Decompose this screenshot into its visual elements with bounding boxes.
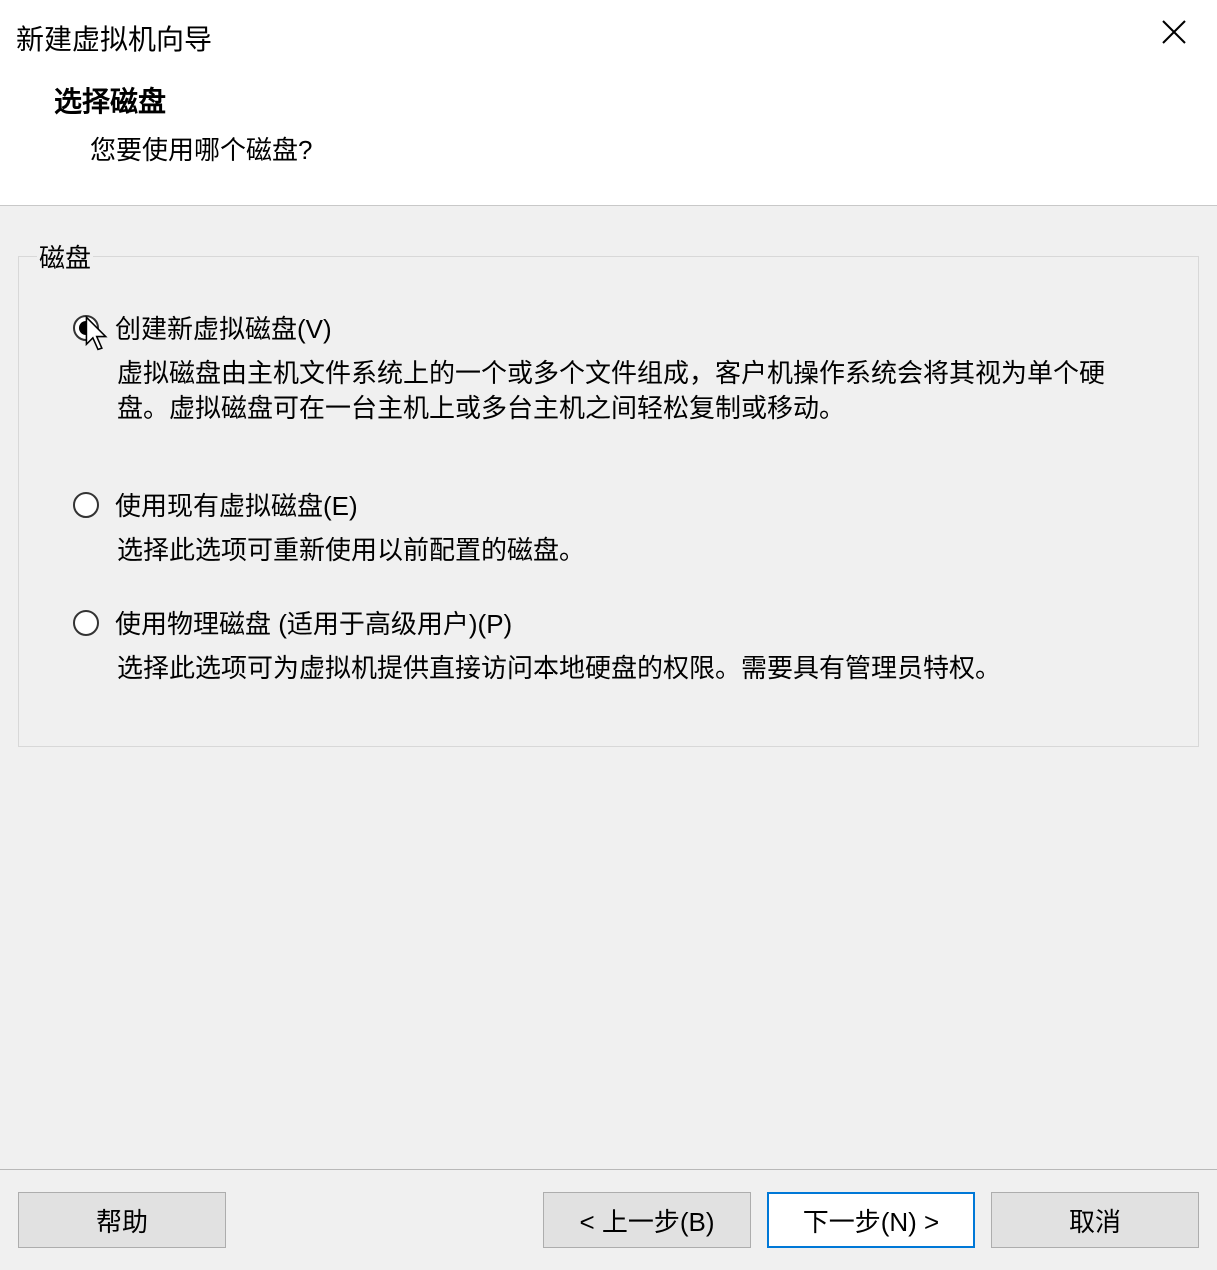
body-section: 磁盘 创建新虚拟磁盘(V) 虚拟磁盘由主机文件系统上的一个或多个文件组成，客户机… [0, 206, 1217, 979]
page-subheading: 您要使用哪个磁盘? [54, 130, 1201, 167]
back-button[interactable]: < 上一步(B) [543, 1192, 751, 1248]
radio-use-existing-disk[interactable] [73, 492, 99, 518]
footer: 帮助 < 上一步(B) 下一步(N) > 取消 [0, 1170, 1217, 1270]
option-use-existing-disk[interactable]: 使用现有虚拟磁盘(E) 选择此选项可重新使用以前配置的磁盘。 [59, 486, 1158, 568]
close-icon[interactable] [1157, 18, 1191, 50]
option-label: 使用现有虚拟磁盘(E) [115, 486, 358, 523]
page-heading: 选择磁盘 [54, 80, 1201, 120]
help-button[interactable]: 帮助 [18, 1192, 226, 1248]
body-spacer [0, 979, 1217, 1169]
option-description: 虚拟磁盘由主机文件系统上的一个或多个文件组成，客户机操作系统会将其视为单个硬盘。… [73, 356, 1158, 426]
group-legend: 磁盘 [37, 238, 93, 275]
option-label: 使用物理磁盘 (适用于高级用户)(P) [115, 604, 512, 641]
option-description: 选择此选项可为虚拟机提供直接访问本地硬盘的权限。需要具有管理员特权。 [73, 651, 1158, 686]
option-description: 选择此选项可重新使用以前配置的磁盘。 [73, 533, 1158, 568]
radio-use-physical-disk[interactable] [73, 610, 99, 636]
cancel-button[interactable]: 取消 [991, 1192, 1199, 1248]
option-label: 创建新虚拟磁盘(V) [115, 309, 332, 346]
next-button[interactable]: 下一步(N) > [767, 1192, 975, 1248]
disk-group: 磁盘 创建新虚拟磁盘(V) 虚拟磁盘由主机文件系统上的一个或多个文件组成，客户机… [18, 238, 1199, 747]
wizard-header: 选择磁盘 您要使用哪个磁盘? [0, 60, 1217, 205]
window-title: 新建虚拟机向导 [16, 18, 212, 58]
option-use-physical-disk[interactable]: 使用物理磁盘 (适用于高级用户)(P) 选择此选项可为虚拟机提供直接访问本地硬盘… [59, 604, 1158, 686]
radio-create-new-disk[interactable] [73, 315, 99, 341]
option-create-new-disk[interactable]: 创建新虚拟磁盘(V) 虚拟磁盘由主机文件系统上的一个或多个文件组成，客户机操作系… [59, 309, 1158, 426]
